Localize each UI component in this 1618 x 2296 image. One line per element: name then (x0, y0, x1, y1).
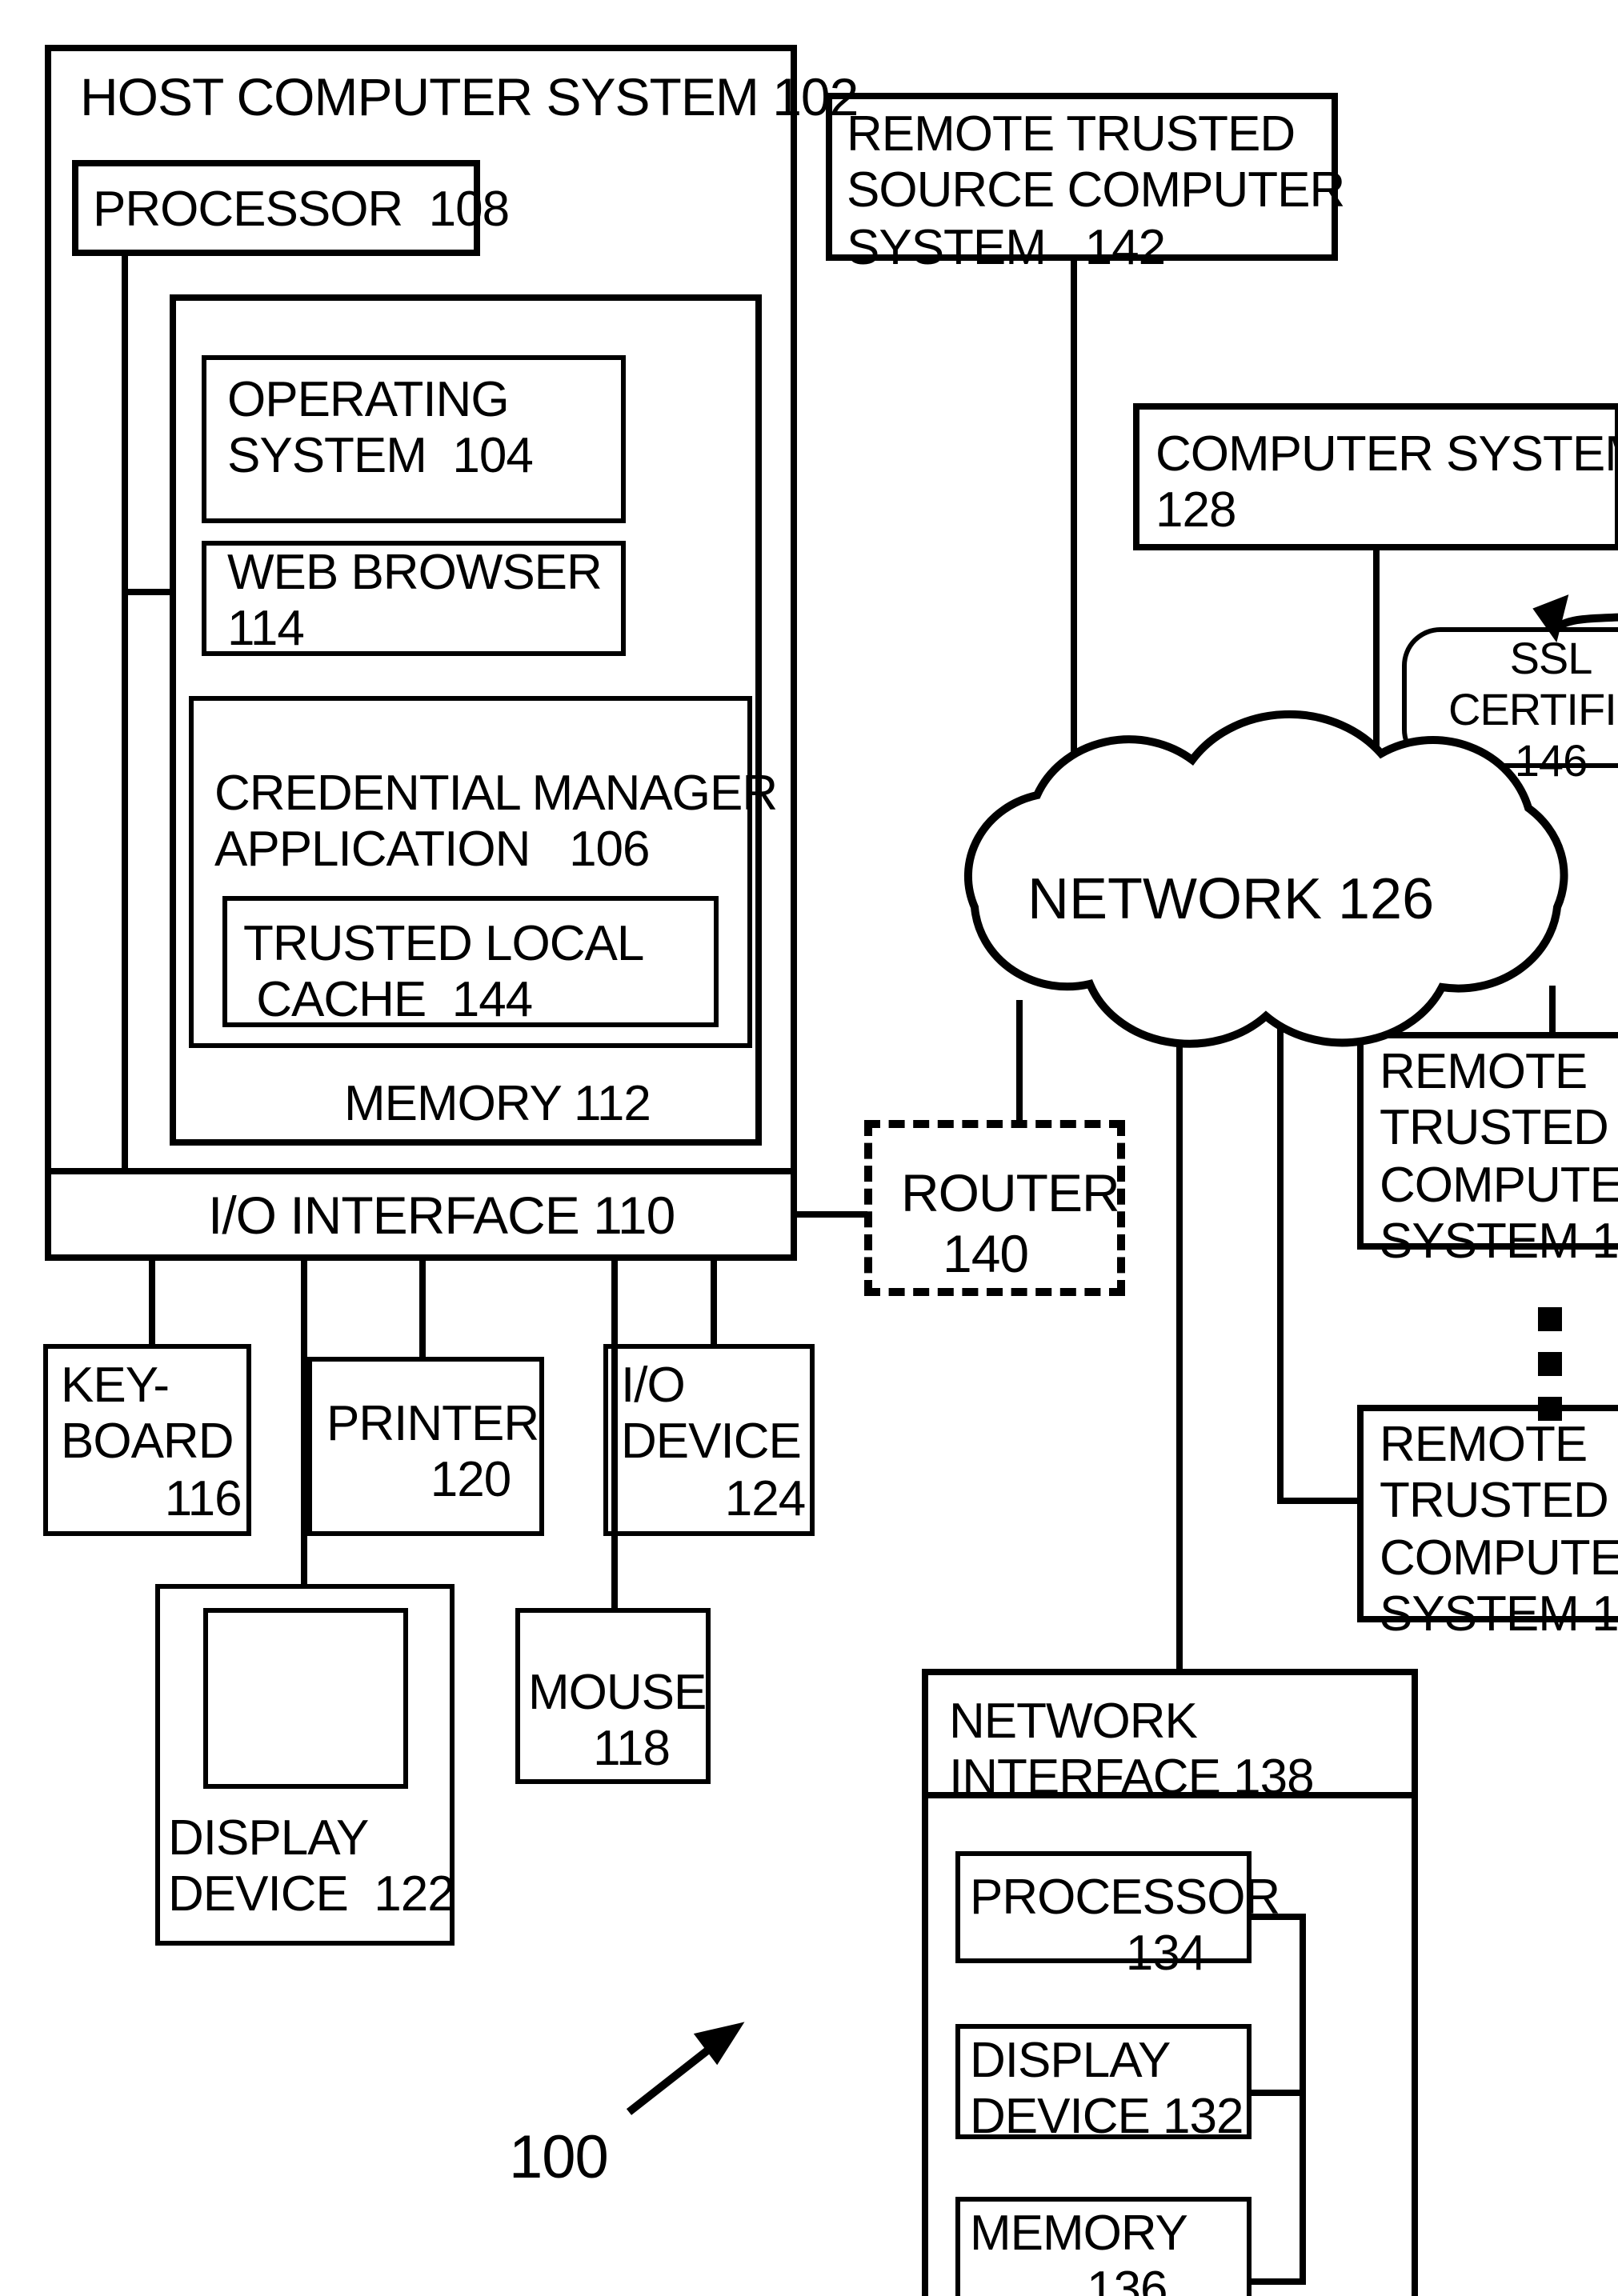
computer-system-128-label: COMPUTER SYSTEM 128 (1155, 426, 1618, 538)
display-device-screen (203, 1608, 408, 1789)
server-bus-processor-branch (1252, 1914, 1306, 1920)
trusted-local-cache-144-label: TRUSTED LOCAL CACHE 144 (243, 915, 644, 1028)
server-processor-134-label: PROCESSOR 134 (970, 1869, 1280, 1982)
server-bus-memory-branch (1252, 2278, 1306, 2285)
io-device-124-label: I/O DEVICE 124 (621, 1357, 806, 1526)
processor-memory-connector-vertical (122, 256, 128, 595)
io-printer-connector (419, 1261, 426, 1360)
display-device-122-label: DISPLAY DEVICE 122 (168, 1810, 455, 1922)
server-display-device-132-label: DISPLAY DEVICE 132 (970, 2032, 1244, 2145)
io-router-connector (797, 1211, 867, 1218)
io-interface-110-label: I/O INTERFACE 110 (208, 1186, 675, 1245)
mouse-118-label: MOUSE 118 (528, 1664, 707, 1777)
network-peer146a-connector (1549, 986, 1556, 1037)
router-network-connector (1016, 1000, 1023, 1125)
reference-numeral-100: 100 (509, 2125, 609, 2192)
ellipsis-dot-1 (1538, 1307, 1562, 1331)
remote-trusted-source-142-label: REMOTE TRUSTED SOURCE COMPUTER SYSTEM 14… (847, 106, 1345, 275)
remote-trusted-peer-146n-label: REMOTE TRUSTED PEER COMPUTER SYSTEM 146N (1380, 1416, 1618, 1642)
patent-figure-canvas: FIG. 1 HOST COMPUTER SYSTEM 102 PROCESSO… (0, 0, 1618, 2296)
io-mouse-connector (611, 1261, 618, 1613)
credential-manager-application-106-label: CREDENTIAL MANAGER APPLICATION 106 (214, 765, 778, 878)
web-browser-114-label: WEB BROWSER 114 (227, 544, 603, 657)
remote-trusted-peer-146a-label: REMOTE TRUSTED PEER COMPUTER SYSTEM 146A (1380, 1043, 1618, 1269)
cs128-network-connector (1373, 550, 1380, 838)
router-140-label: ROUTER 140 (901, 1163, 1120, 1283)
network-server-connector (1176, 992, 1183, 1672)
network-peer146n-vertical (1277, 960, 1284, 1501)
reference-numeral-arrow (626, 2034, 728, 2115)
network-cloud-label: NETWORK 126 (1027, 867, 1434, 931)
processor-io-connector-vertical (122, 589, 128, 1168)
io-iodevice-connector (711, 1261, 717, 1347)
ellipsis-dot-2 (1538, 1352, 1562, 1376)
io-keyboard-connector (149, 1261, 155, 1347)
server-internal-bus-vertical (1300, 1914, 1306, 2285)
ssl-certificate-146-label: SSL CERTIFICATE 146 (1448, 634, 1618, 786)
memory-112-label: MEMORY 112 (344, 1075, 651, 1131)
processor-memory-connector-horizontal (122, 589, 176, 595)
server-memory-136-label: MEMORY 136 (970, 2205, 1188, 2296)
operating-system-104-label: OPERATING SYSTEM 104 (227, 371, 534, 484)
network-peer146n-horizontal (1277, 1498, 1360, 1504)
network-interface-138-label: NETWORK INTERFACE 138 (949, 1693, 1315, 1806)
source-network-connector (1071, 261, 1077, 813)
printer-120-label: PRINTER 120 (326, 1395, 539, 1508)
processor-108-label: PROCESSOR 108 (93, 181, 510, 237)
reference-numeral-arrowhead (693, 2022, 745, 2066)
keyboard-116-label: KEY- BOARD 116 (61, 1357, 242, 1526)
host-computer-system-label: HOST COMPUTER SYSTEM 102 (80, 67, 859, 126)
server-bus-display-branch (1252, 2090, 1306, 2096)
io-display-connector (301, 1261, 307, 1587)
